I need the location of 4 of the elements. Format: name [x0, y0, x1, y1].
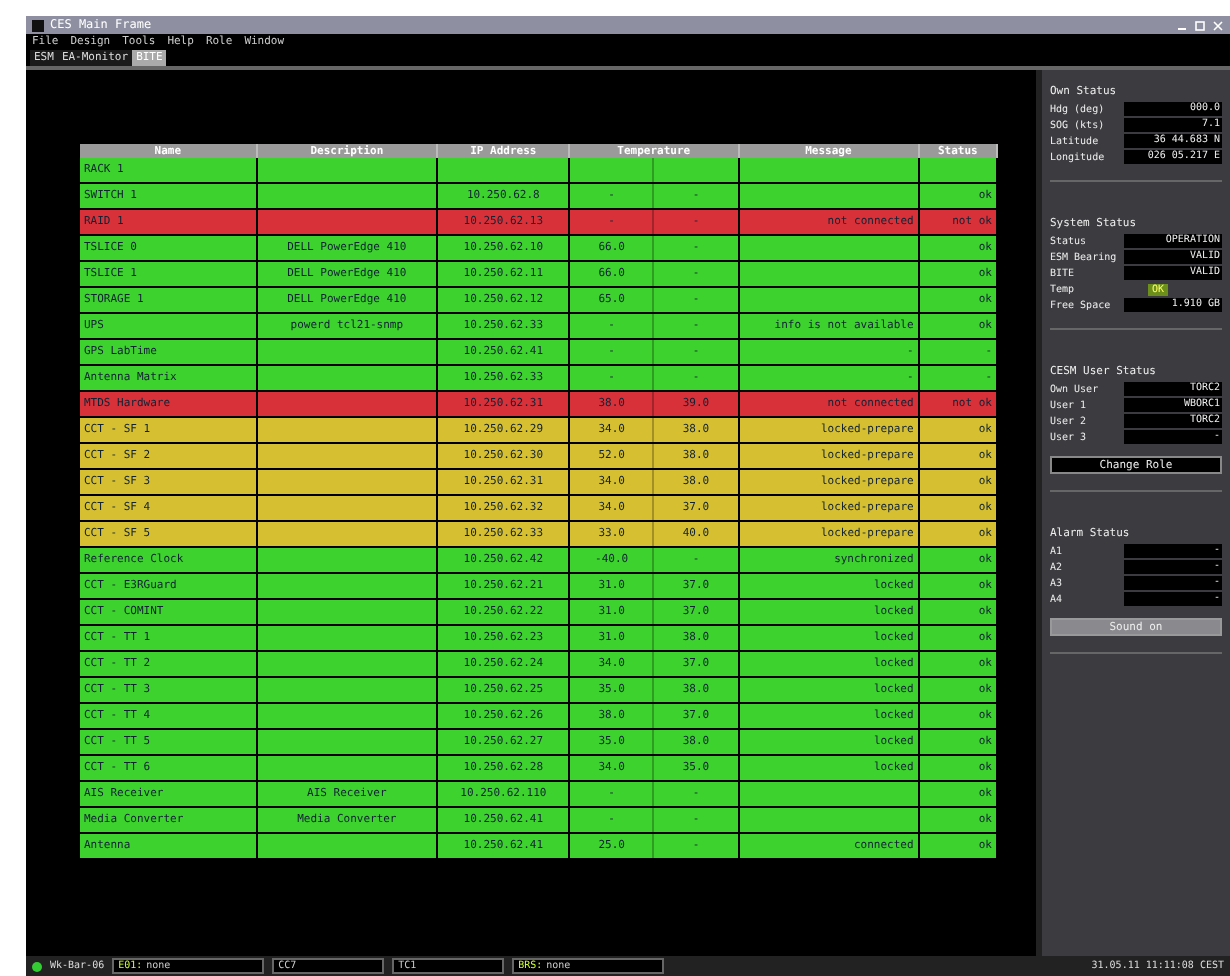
close-icon[interactable] — [1212, 19, 1224, 31]
app-icon — [32, 19, 44, 31]
maximize-icon[interactable] — [1194, 19, 1206, 31]
status-dot — [32, 961, 42, 971]
